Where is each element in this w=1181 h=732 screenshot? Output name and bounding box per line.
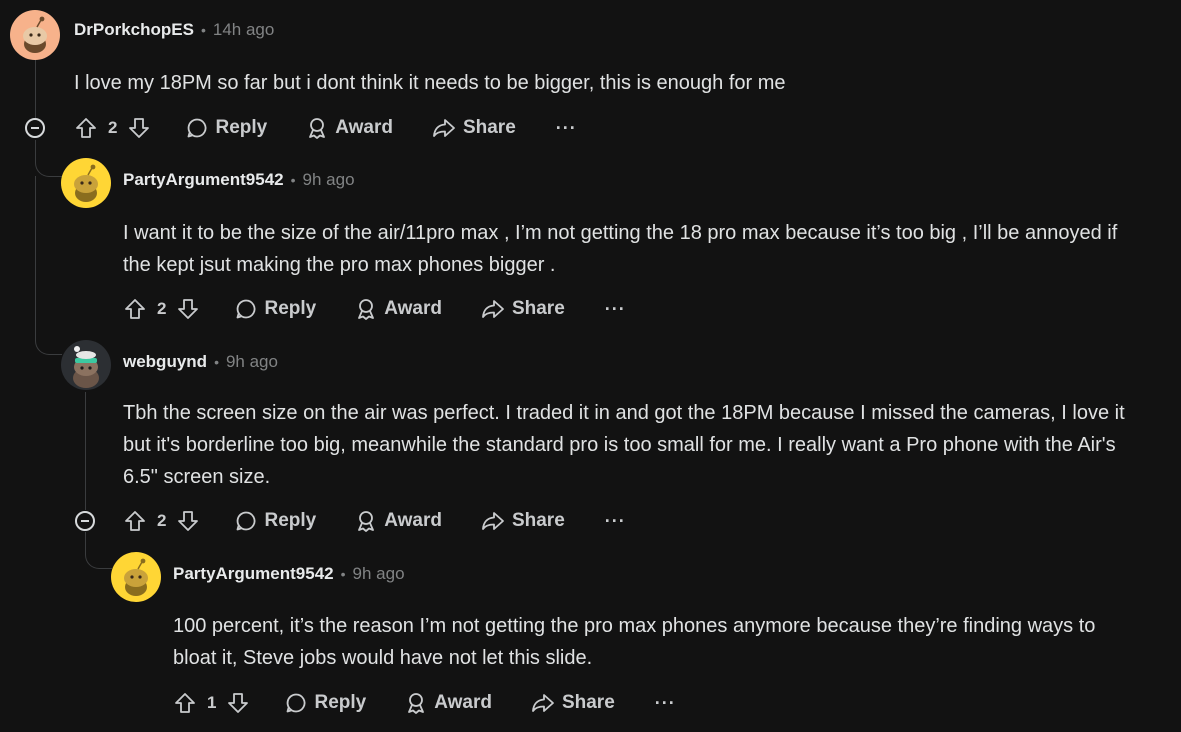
share-button[interactable]: Share [480,297,565,321]
timestamp[interactable]: 9h ago [303,170,355,190]
reply-icon [237,299,256,319]
vote-count: 1 [207,693,217,712]
comment-text: 100 percent, it’s the reason I’m not get… [173,615,1096,669]
comment-actions: 1 Reply Award Share ··· [173,688,676,718]
avatar[interactable] [61,340,111,390]
downvote-icon[interactable] [176,297,200,321]
upvote-icon[interactable] [74,116,98,140]
comment-text: Tbh the screen size on the air was perfe… [123,402,1125,488]
comment-header: webguynd • 9h ago [123,350,278,374]
comment-text: I love my 18PM so far but i dont think i… [74,72,786,94]
reply-icon [237,511,256,531]
thread-line-root [35,58,36,118]
share-icon [532,694,554,712]
share-button[interactable]: Share [530,691,615,715]
separator: • [290,172,296,188]
comment-header: PartyArgument9542 • 9h ago [173,562,405,586]
avatar[interactable] [61,158,111,208]
award-button[interactable]: Award [354,509,442,533]
downvote-icon[interactable] [176,509,200,533]
vote-count: 2 [157,299,167,318]
collapse-icon[interactable] [25,118,45,138]
award-icon [408,693,425,714]
vote-group: 2 [74,116,151,140]
award-icon [358,511,375,532]
comment-header: DrPorkchopES • 14h ago [74,18,274,42]
comment-actions: 2 Reply Award Share ··· [123,506,626,536]
snoo-avatar-icon [61,340,111,390]
snoo-avatar-icon [10,10,60,60]
downvote-icon[interactable] [226,691,250,715]
timestamp[interactable]: 14h ago [213,20,274,40]
thread-elbow-2 [35,334,62,355]
thread-line-root-2 [35,176,36,336]
avatar[interactable] [111,552,161,602]
upvote-icon[interactable] [123,509,147,533]
more-icon[interactable]: ··· [655,693,676,714]
vote-count: 2 [108,118,118,137]
thread-elbow-3 [85,548,112,569]
collapse-icon[interactable] [75,511,95,531]
award-button[interactable]: Award [354,297,442,321]
award-icon [309,118,326,139]
share-icon [482,512,504,530]
share-button[interactable]: Share [480,509,565,533]
vote-group: 2 [123,509,200,533]
timestamp[interactable]: 9h ago [226,352,278,372]
comment-header: PartyArgument9542 • 9h ago [123,168,355,192]
username[interactable]: PartyArgument9542 [173,564,334,584]
comment-actions: 2 Reply Award Share ··· [74,113,577,143]
reply-icon [188,118,207,138]
username[interactable]: DrPorkchopES [74,20,194,40]
thread-line-level2 [85,392,86,510]
comment-actions: 2 Reply Award Share ··· [123,294,626,324]
share-icon [433,119,455,137]
more-icon[interactable]: ··· [605,299,626,320]
vote-count: 2 [157,511,167,530]
username[interactable]: webguynd [123,352,207,372]
snoo-avatar-icon [111,552,161,602]
separator: • [200,22,206,38]
separator: • [214,354,219,370]
reply-button[interactable]: Reply [185,116,267,140]
reply-button[interactable]: Reply [234,297,316,321]
thread-elbow-1 [35,156,62,177]
reply-button[interactable]: Reply [234,509,316,533]
reply-icon [287,693,306,713]
separator: • [340,566,346,582]
award-icon [358,299,375,320]
more-icon[interactable]: ··· [605,511,626,532]
avatar[interactable] [10,10,60,60]
share-icon [482,300,504,318]
reply-button[interactable]: Reply [284,691,366,715]
vote-group: 2 [123,297,200,321]
award-button[interactable]: Award [305,116,393,140]
snoo-avatar-icon [61,158,111,208]
vote-group: 1 [173,691,250,715]
upvote-icon[interactable] [173,691,197,715]
share-button[interactable]: Share [431,116,516,140]
more-icon[interactable]: ··· [556,118,577,139]
award-button[interactable]: Award [404,691,492,715]
username[interactable]: PartyArgument9542 [123,170,284,190]
comment-text: I want it to be the size of the air/11pr… [123,222,1118,276]
downvote-icon[interactable] [127,116,151,140]
timestamp[interactable]: 9h ago [353,564,405,584]
upvote-icon[interactable] [123,297,147,321]
